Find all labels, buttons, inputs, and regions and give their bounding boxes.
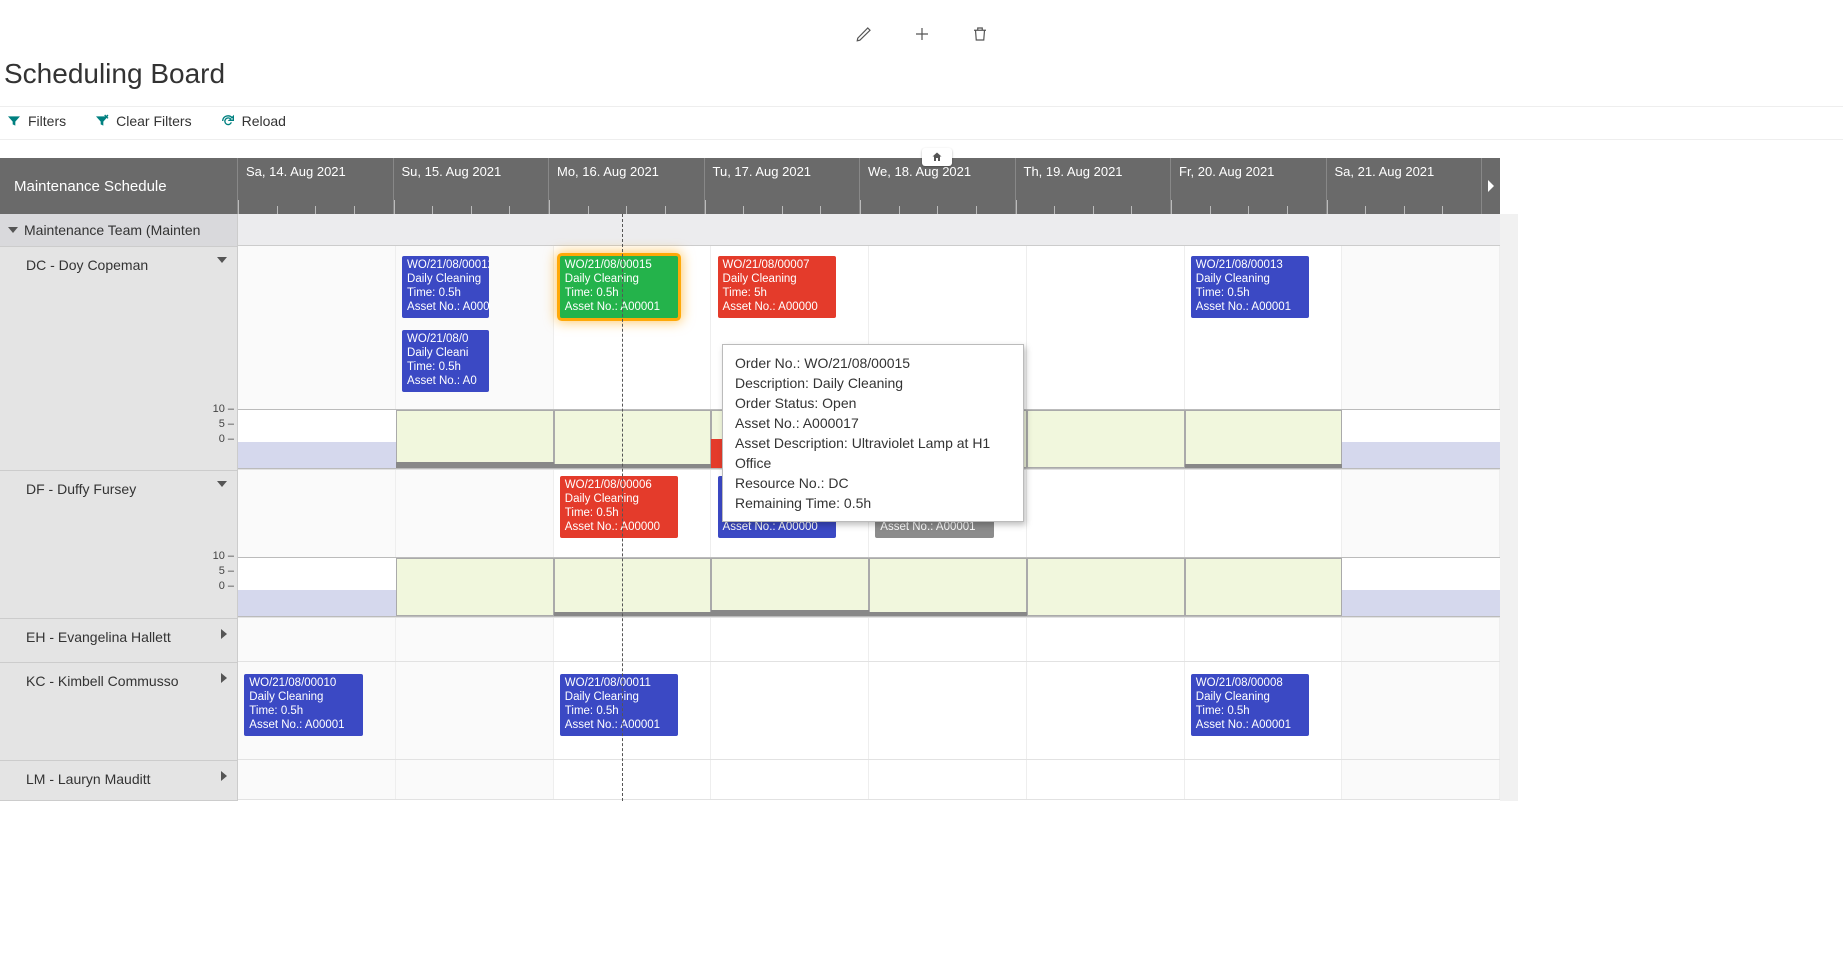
axis-labels: 10 –5 –0 –	[206, 549, 234, 594]
day-header: Mo, 16. Aug 2021	[549, 158, 705, 214]
day-header: Sa, 14. Aug 2021	[238, 158, 394, 214]
delete-icon[interactable]	[971, 25, 989, 43]
work-order-card[interactable]: WO/21/08/00015Daily CleaningTime: 0.5hAs…	[560, 256, 678, 318]
resource-row-df[interactable]: DF - Duffy Fursey 10 –5 –0 –	[0, 471, 237, 619]
board-title: Maintenance Schedule	[0, 158, 238, 214]
resource-label: EH - Evangelina Hallett	[26, 629, 171, 645]
clear-filters-button[interactable]: Clear Filters	[94, 113, 191, 129]
chevron-right-icon	[221, 629, 227, 639]
reload-button[interactable]: Reload	[220, 113, 286, 129]
edit-icon[interactable]	[855, 25, 873, 43]
work-order-card[interactable]: WO/21/08/00008Daily CleaningTime: 0.5hAs…	[1191, 674, 1309, 736]
axis-labels: 10 –5 –0 –	[206, 402, 234, 447]
resource-row-lm[interactable]: LM - Lauryn Mauditt	[0, 761, 237, 801]
day-header: Sa, 21. Aug 2021	[1327, 158, 1483, 214]
resource-label: DF - Duffy Fursey	[26, 481, 136, 497]
resource-label: KC - Kimbell Commusso	[26, 673, 178, 689]
day-header: Tu, 17. Aug 2021	[705, 158, 861, 214]
clear-filters-label: Clear Filters	[116, 113, 191, 129]
work-order-card[interactable]: WO/21/08/00010Daily CleaningTime: 0.5hAs…	[244, 674, 362, 736]
chevron-right-icon	[221, 673, 227, 683]
resource-row-eh[interactable]: EH - Evangelina Hallett	[0, 619, 237, 663]
work-order-card[interactable]: WO/21/08/00013Daily CleaningTime: 0.5hAs…	[1191, 256, 1309, 318]
resource-label: LM - Lauryn Mauditt	[26, 771, 151, 787]
scroll-right-button[interactable]	[1482, 158, 1500, 214]
resource-row-kc[interactable]: KC - Kimbell Commusso	[0, 663, 237, 761]
reload-label: Reload	[242, 113, 286, 129]
chevron-down-icon	[217, 257, 227, 263]
filters-label: Filters	[28, 113, 66, 129]
home-icon[interactable]	[922, 148, 952, 166]
work-order-card[interactable]: WO/21/08/00012Daily CleaningTime: 0.5hAs…	[402, 256, 489, 318]
collapse-icon	[8, 227, 18, 233]
vertical-scrollbar[interactable]	[1500, 214, 1518, 801]
filters-button[interactable]: Filters	[6, 113, 66, 129]
day-header: Th, 19. Aug 2021	[1016, 158, 1172, 214]
chevron-right-icon	[221, 771, 227, 781]
resource-group-header[interactable]: Maintenance Team (Mainten	[0, 214, 237, 247]
add-icon[interactable]	[913, 25, 931, 43]
group-label: Maintenance Team (Mainten	[24, 222, 200, 238]
work-order-card[interactable]: WO/21/08/00006Daily CleaningTime: 0.5hAs…	[560, 476, 678, 538]
resource-row-dc[interactable]: DC - Doy Copeman 10 –5 –0 –	[0, 247, 237, 471]
work-order-card[interactable]: WO/21/08/00011Daily CleaningTime: 0.5hAs…	[560, 674, 678, 736]
day-header: We, 18. Aug 2021	[860, 158, 1016, 214]
resource-label: DC - Doy Copeman	[26, 257, 148, 273]
work-order-card[interactable]: WO/21/08/0Daily CleaniTime: 0.5hAsset No…	[402, 330, 489, 392]
chevron-down-icon	[217, 481, 227, 487]
today-marker	[622, 214, 623, 801]
day-header: Su, 15. Aug 2021	[394, 158, 550, 214]
work-order-tooltip: Order No.: WO/21/08/00015 Description: D…	[722, 344, 1024, 522]
work-order-card[interactable]: WO/21/08/00007Daily CleaningTime: 5hAsse…	[718, 256, 836, 318]
page-title: Scheduling Board	[0, 50, 1843, 106]
day-header: Fr, 20. Aug 2021	[1171, 158, 1327, 214]
